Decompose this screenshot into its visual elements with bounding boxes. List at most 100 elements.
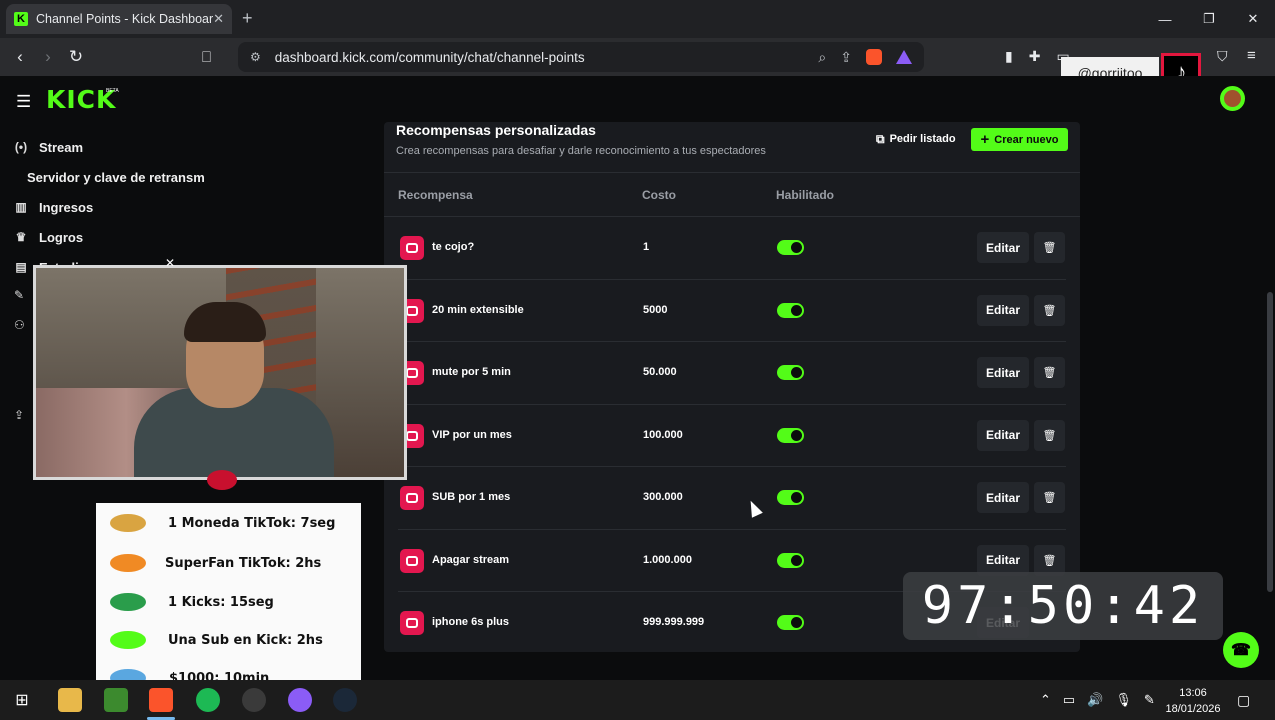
reload-icon[interactable]: ↻ [62, 47, 90, 67]
delete-button[interactable]: 🗑 [1034, 419, 1065, 451]
clock-time: 13:06 [1179, 687, 1207, 699]
countdown-timer: 97:50:42 [903, 572, 1223, 640]
reward-cost: 999.999.999 [643, 616, 705, 628]
taskbar: ⊞ ⌃ ▭ 🔊 🎙 ✎ 13:06 18/01/2026 ▢ [0, 680, 1275, 720]
alerts-legend: 1 Moneda TikTok: 7seg SuperFan TikTok: 2… [96, 503, 361, 693]
avatar[interactable] [1220, 86, 1245, 111]
reward-name: 20 min extensible [432, 303, 524, 316]
edit-button[interactable]: Editar [977, 294, 1029, 326]
browser-tab[interactable]: K Channel Points - Kick Dashboard ✕ [6, 4, 232, 34]
minimize-icon[interactable]: — [1143, 0, 1187, 38]
alert-text: 1 Moneda TikTok: 7seg [168, 515, 336, 531]
vpn-icon[interactable]: ⛉ [1217, 48, 1228, 65]
forward-icon[interactable]: › [34, 47, 62, 67]
column-cost: Costo [642, 187, 676, 202]
reward-icon [400, 486, 424, 510]
edit-button[interactable]: Editar [977, 482, 1029, 513]
request-list-label: Pedir listado [889, 133, 956, 145]
brave-shields-icon[interactable] [866, 49, 882, 65]
url-text[interactable]: dashboard.kick.com/community/chat/channe… [275, 50, 819, 65]
reward-name: mute por 5 min [432, 366, 511, 378]
tiktok-coin-icon [110, 514, 146, 532]
enabled-toggle[interactable] [777, 240, 804, 255]
table-row: 20 min extensible 5000 Editar 🗑 [398, 280, 1066, 342]
share-icon[interactable]: ⇪ [840, 49, 852, 66]
edit-button[interactable]: Editar [977, 232, 1029, 263]
restore-icon[interactable]: ❐ [1187, 0, 1231, 38]
table-row: te cojo? 1 Editar 🗑 [398, 217, 1066, 280]
delete-button[interactable]: 🗑 [1034, 357, 1065, 388]
enabled-toggle[interactable] [777, 365, 804, 380]
delete-button[interactable]: 🗑 [1034, 544, 1065, 576]
sidebar-item-stream[interactable]: (•) Stream [0, 132, 220, 162]
alert-item: SuperFan TikTok: 2hs [96, 545, 361, 581]
back-icon[interactable]: ‹ [6, 47, 34, 67]
create-new-button[interactable]: + Crear nuevo [971, 128, 1068, 151]
trash-icon: 🗑 [1042, 429, 1057, 442]
edit-button[interactable]: Editar [977, 357, 1029, 388]
hamburger-menu-icon[interactable]: ☰ [16, 92, 31, 112]
reward-name: SUB por 1 mes [432, 491, 511, 503]
pen-icon[interactable]: ✎ [1144, 692, 1155, 708]
network-icon[interactable]: ▭ [1063, 692, 1075, 708]
discord-icon[interactable] [288, 688, 312, 712]
users-icon[interactable]: ⚇ [14, 318, 25, 332]
enabled-toggle[interactable] [777, 490, 804, 505]
volume-icon[interactable]: 🔊 [1087, 692, 1103, 708]
menu-icon[interactable]: ≡ [1247, 47, 1256, 64]
obs-icon[interactable] [242, 688, 266, 712]
reward-cost: 1 [643, 241, 650, 253]
sidebar-item-achievements[interactable]: ♛ Logros [0, 222, 220, 252]
delete-button[interactable]: 🗑 [1034, 232, 1065, 263]
extension-icon[interactable]: ▮ [1005, 48, 1013, 65]
enabled-toggle[interactable] [777, 427, 804, 443]
reward-cost: 1.000.000 [643, 553, 692, 566]
file-explorer-icon[interactable] [58, 688, 82, 712]
sidebar-item-label: Stream [39, 139, 84, 155]
page-description: Crea recompensas para desafiar y darle r… [396, 145, 766, 157]
puzzle-icon[interactable]: ✚ [1029, 48, 1041, 65]
kick-favicon-icon: K [14, 12, 28, 26]
new-tab-icon[interactable]: + [242, 8, 253, 29]
spotify-icon[interactable] [196, 688, 220, 712]
trash-icon: 🗑 [1042, 492, 1057, 504]
notifications-icon[interactable]: ▢ [1237, 692, 1250, 709]
close-overlay-icon[interactable]: ✕ [165, 256, 175, 270]
avatar-image [1224, 90, 1241, 107]
reward-name: iphone 6s plus [432, 616, 510, 628]
upload-icon[interactable]: ⇪ [14, 408, 24, 422]
edit-button[interactable]: Editar [977, 419, 1029, 451]
sidebar-item-revenue[interactable]: ▥ Ingresos [0, 192, 220, 222]
plus-icon: + [980, 131, 990, 148]
microphone-icon[interactable]: 🎙 [1115, 692, 1132, 708]
brave-icon[interactable] [149, 688, 173, 712]
scrollbar[interactable] [1267, 292, 1273, 592]
delete-button[interactable]: 🗑 [1034, 482, 1065, 513]
reward-name: VIP por un mes [432, 428, 512, 441]
tab-title: Channel Points - Kick Dashboard [36, 12, 214, 26]
bookmark-icon[interactable]: ⎕ [202, 49, 211, 66]
steam-icon[interactable] [333, 688, 357, 712]
delete-button[interactable]: 🗑 [1034, 294, 1065, 326]
site-info-icon[interactable]: ⚙ [250, 50, 261, 64]
zoom-icon[interactable]: ⌕ [818, 49, 826, 66]
wrench-icon[interactable]: ✎ [14, 288, 24, 302]
system-clock[interactable]: 13:06 18/01/2026 [1160, 685, 1226, 717]
request-list-button[interactable]: ⧉ Pedir listado [876, 127, 956, 151]
close-window-icon[interactable]: ✕ [1231, 0, 1275, 38]
enabled-toggle[interactable] [777, 302, 804, 318]
sidebar-item-stream-key[interactable]: Servidor y clave de retransm [0, 162, 220, 192]
enabled-toggle[interactable] [777, 615, 804, 630]
edit-button[interactable]: Editar [977, 544, 1029, 576]
superfan-icon [110, 554, 146, 572]
reward-cost: 100.000 [643, 428, 683, 441]
enabled-toggle[interactable] [777, 552, 804, 568]
support-chat-icon[interactable]: ☎ [1223, 632, 1259, 668]
address-bar[interactable]: ⚙ dashboard.kick.com/community/chat/chan… [238, 42, 924, 72]
reward-cost: 5000 [643, 303, 668, 316]
windows-start-icon[interactable]: ⊞ [10, 688, 34, 712]
close-tab-icon[interactable]: ✕ [213, 11, 224, 27]
brave-rewards-icon[interactable] [896, 50, 912, 64]
chevron-up-icon[interactable]: ⌃ [1040, 692, 1051, 708]
minecraft-icon[interactable] [104, 688, 128, 712]
